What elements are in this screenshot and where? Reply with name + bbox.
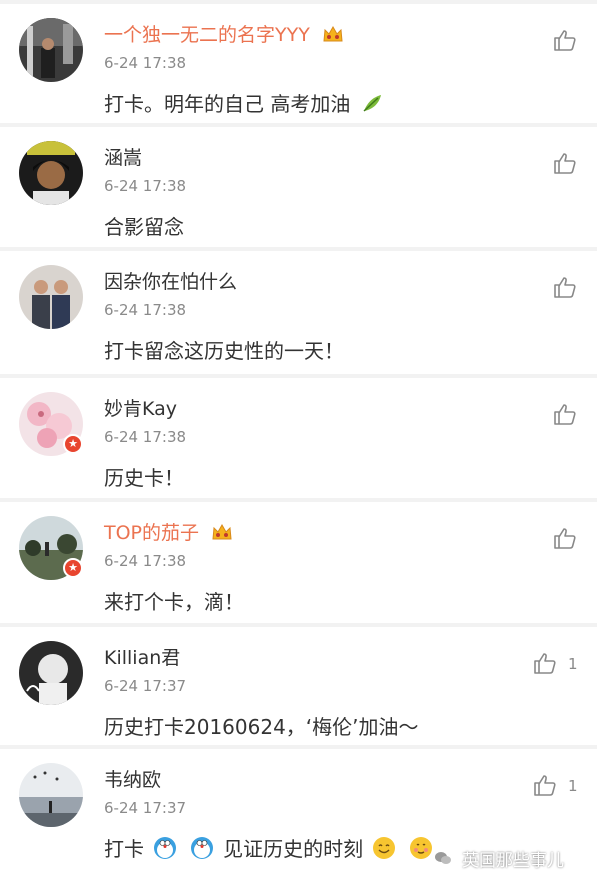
username[interactable]: 涵嵩 bbox=[104, 143, 142, 170]
doraemon-emoji-icon bbox=[190, 837, 213, 859]
comment-text: 历史打卡20160624，‘梅伦’加油～ bbox=[104, 715, 419, 739]
avatar[interactable] bbox=[19, 265, 83, 329]
comment-text: 打卡。明年的自己 高考加油 bbox=[104, 88, 387, 117]
comment-text: 打卡 见证历史的时刻 bbox=[104, 833, 436, 862]
vip-crown-icon bbox=[323, 25, 343, 42]
timestamp: 6-24 17:38 bbox=[104, 428, 187, 446]
comment-text: 合影留念 bbox=[104, 215, 184, 239]
avatar[interactable] bbox=[19, 18, 83, 82]
doraemon-emoji-icon bbox=[154, 837, 177, 859]
like-thumb-icon[interactable] bbox=[553, 275, 577, 299]
verified-badge-icon: ★ bbox=[63, 434, 83, 454]
comment-list: 一个独一无二的名字YYY 6-24 17:38 打卡。明年的自己 高考加油 涵嵩… bbox=[0, 0, 597, 885]
avatar[interactable] bbox=[19, 141, 83, 205]
like-count: 1 bbox=[568, 777, 578, 795]
comment-text: 打卡留念这历史性的一天！ bbox=[104, 339, 344, 363]
comment-text: 来打个卡，滴！ bbox=[104, 590, 244, 614]
timestamp: 6-24 17:37 bbox=[104, 799, 187, 817]
avatar[interactable] bbox=[19, 641, 83, 705]
comment-item: Killian君 6-24 17:37 历史打卡20160624，‘梅伦’加油～… bbox=[0, 627, 597, 745]
comment-item: ★ TOP的茄子 6-24 17:38 来打个卡，滴！ bbox=[0, 502, 597, 623]
leaf-emoji-icon bbox=[363, 95, 381, 112]
username[interactable]: TOP的茄子 bbox=[104, 518, 233, 545]
username[interactable]: 一个独一无二的名字YYY bbox=[104, 20, 344, 47]
username[interactable]: 因杂你在怕什么 bbox=[104, 267, 237, 294]
timestamp: 6-24 17:38 bbox=[104, 54, 187, 72]
watermark: 英国那些事儿 bbox=[430, 843, 564, 873]
username[interactable]: 韦纳欧 bbox=[104, 765, 161, 792]
vip-crown-icon bbox=[212, 523, 232, 540]
like-thumb-icon[interactable] bbox=[533, 651, 557, 675]
username[interactable]: Killian君 bbox=[104, 643, 180, 670]
comment-item: 涵嵩 6-24 17:38 合影留念 bbox=[0, 127, 597, 247]
like-thumb-icon[interactable] bbox=[553, 402, 577, 426]
wechat-icon bbox=[431, 846, 455, 870]
like-thumb-icon[interactable] bbox=[533, 773, 557, 797]
comment-item: ★ 妙肯Kay 6-24 17:38 历史卡！ bbox=[0, 378, 597, 498]
timestamp: 6-24 17:38 bbox=[104, 552, 187, 570]
timestamp: 6-24 17:38 bbox=[104, 177, 187, 195]
timestamp: 6-24 17:37 bbox=[104, 677, 187, 695]
comment-item: 因杂你在怕什么 6-24 17:38 打卡留念这历史性的一天！ bbox=[0, 251, 597, 374]
like-thumb-icon[interactable] bbox=[553, 151, 577, 175]
avatar[interactable] bbox=[19, 763, 83, 827]
like-count: 1 bbox=[568, 655, 578, 673]
smile-emoji-icon bbox=[373, 837, 396, 859]
like-thumb-icon[interactable] bbox=[553, 28, 577, 52]
comment-text: 历史卡！ bbox=[104, 466, 184, 490]
username[interactable]: 妙肯Kay bbox=[104, 394, 177, 421]
timestamp: 6-24 17:38 bbox=[104, 301, 187, 319]
comment-item: 一个独一无二的名字YYY 6-24 17:38 打卡。明年的自己 高考加油 bbox=[0, 4, 597, 123]
verified-badge-icon: ★ bbox=[63, 558, 83, 578]
like-thumb-icon[interactable] bbox=[553, 526, 577, 550]
